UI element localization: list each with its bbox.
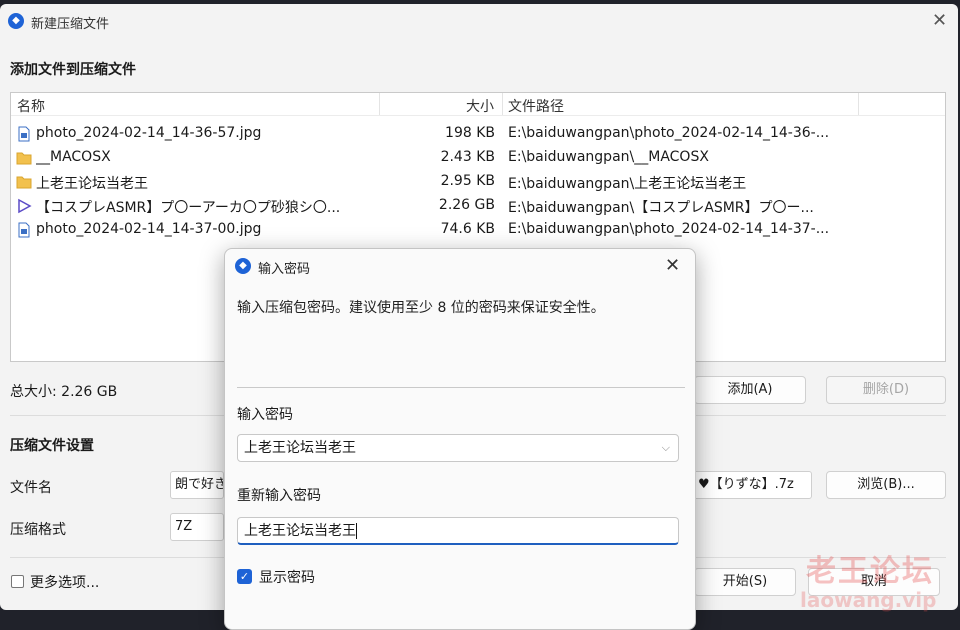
total-size: 总大小: 2.26 GB <box>10 384 118 400</box>
column-separator[interactable] <box>858 93 859 115</box>
file-size: 198 KB <box>445 125 495 141</box>
file-name: photo_2024-02-14_14-37-00.jpg <box>36 221 262 237</box>
password-value: 上老王论坛当老王 <box>244 440 356 456</box>
file-path: E:\baiduwangpan\上老王论坛当老王 <box>508 176 747 192</box>
column-separator[interactable] <box>379 93 380 115</box>
delete-button[interactable]: 删除(D) <box>826 376 946 404</box>
add-button[interactable]: 添加(A) <box>694 376 806 404</box>
app-logo-icon: ◆ <box>235 258 251 274</box>
column-size-header[interactable]: 大小 <box>466 96 494 116</box>
table-row[interactable]: photo_2024-02-14_14-36-57.jpg 198 KB E:\… <box>11 122 945 146</box>
file-name: photo_2024-02-14_14-36-57.jpg <box>36 125 262 141</box>
column-name-header[interactable]: 名称 <box>17 96 45 116</box>
close-icon[interactable]: ✕ <box>665 257 680 275</box>
table-row[interactable]: photo_2024-02-14_14-37-00.jpg 74.6 KB E:… <box>11 218 945 242</box>
close-icon[interactable]: ✕ <box>932 12 947 30</box>
image-file-icon <box>18 126 30 142</box>
app-logo-icon: ◆ <box>8 13 24 29</box>
table-row[interactable]: 【コスプレASMR】プ〇ーアーカ〇プ砂狼シ〇... 2.26 GB E:\bai… <box>11 194 945 218</box>
video-file-icon <box>18 198 32 214</box>
file-path: E:\baiduwangpan\【コスプレASMR】プ〇ー... <box>508 200 814 216</box>
divider <box>237 387 685 388</box>
show-password-checkbox[interactable]: ✓ <box>237 569 252 584</box>
text-cursor <box>356 523 357 539</box>
password-input[interactable]: 上老王论坛当老王 ⌵ <box>237 434 679 462</box>
file-path: E:\baiduwangpan\photo_2024-02-14_14-37-.… <box>508 221 830 237</box>
start-button[interactable]: 开始(S) <box>694 568 796 596</box>
column-separator[interactable] <box>502 93 503 115</box>
folder-icon <box>16 176 32 189</box>
file-size: 2.26 GB <box>438 197 495 213</box>
file-path: E:\baiduwangpan\photo_2024-02-14_14-36-.… <box>508 125 830 141</box>
reenter-password-input[interactable]: 上老王论坛当老王 <box>237 517 679 545</box>
add-files-heading: 添加文件到压缩文件 <box>10 62 136 78</box>
more-options-label[interactable]: 更多选项... <box>30 572 99 592</box>
file-size: 74.6 KB <box>440 221 495 237</box>
show-password-label[interactable]: 显示密码 <box>259 567 315 587</box>
reenter-password-label: 重新输入密码 <box>237 488 321 504</box>
table-row[interactable]: __MACOSX 2.43 KB E:\baiduwangpan\__MACOS… <box>11 146 945 170</box>
table-row[interactable]: 上老王论坛当老王 2.95 KB E:\baiduwangpan\上老王论坛当老… <box>11 170 945 194</box>
watermark-url: laowang.vip <box>800 588 937 612</box>
browse-button[interactable]: 浏览(B)... <box>826 471 946 499</box>
file-name: 上老王论坛当老王 <box>36 176 148 192</box>
settings-heading: 压缩文件设置 <box>10 438 94 454</box>
chevron-down-icon[interactable]: ⌵ <box>662 435 670 461</box>
file-size: 2.43 KB <box>440 149 495 165</box>
window-title: 新建压缩文件 <box>31 17 110 32</box>
reenter-password-value: 上老王论坛当老王 <box>244 523 356 539</box>
password-label: 输入密码 <box>237 407 293 423</box>
column-path-header[interactable]: 文件路径 <box>508 96 564 116</box>
filename-input-tail[interactable]: ♥【りずな】.7z <box>694 471 812 499</box>
more-options-checkbox[interactable] <box>11 575 24 588</box>
dialog-title: 输入密码 <box>258 262 311 277</box>
dialog-description: 输入压缩包密码。建议使用至少 8 位的密码来保证安全性。 <box>237 300 605 316</box>
watermark-text: 老王论坛 <box>806 554 934 589</box>
filename-input[interactable]: 朗で好き <box>170 471 224 499</box>
format-label: 压缩格式 <box>10 522 66 538</box>
list-header: 名称 大小 文件路径 <box>11 93 945 116</box>
folder-icon <box>16 152 32 165</box>
format-select[interactable]: 7Z <box>170 513 224 541</box>
titlebar: ◆ 新建压缩文件 ✕ <box>0 4 958 38</box>
image-file-icon <box>18 222 30 238</box>
filename-label: 文件名 <box>10 480 52 496</box>
file-name: 【コスプレASMR】プ〇ーアーカ〇プ砂狼シ〇... <box>36 200 341 216</box>
password-dialog: ◆ 输入密码 ✕ 输入压缩包密码。建议使用至少 8 位的密码来保证安全性。 输入… <box>224 248 696 630</box>
file-path: E:\baiduwangpan\__MACOSX <box>508 149 709 165</box>
file-name: __MACOSX <box>36 149 111 165</box>
file-size: 2.95 KB <box>440 173 495 189</box>
